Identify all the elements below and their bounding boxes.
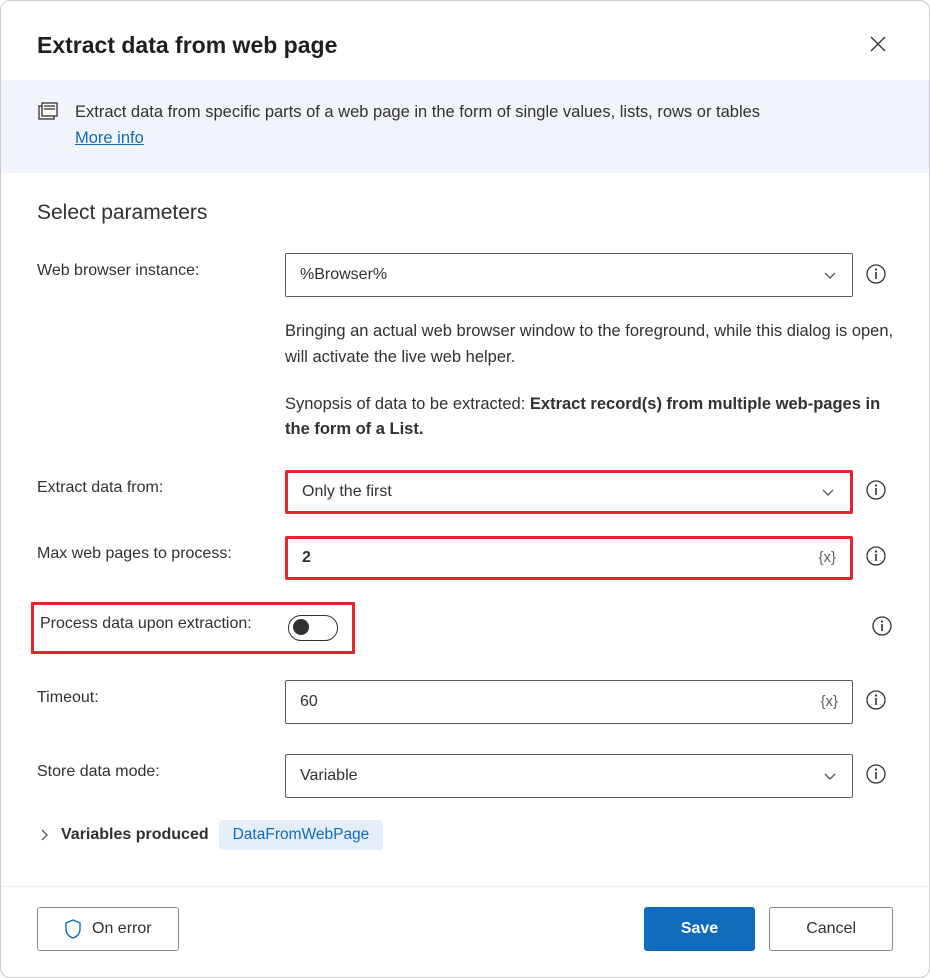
save-button[interactable]: Save [644,907,755,951]
select-store-mode-value: Variable [300,767,358,785]
chevron-right-icon [37,828,51,842]
synopsis-prefix: Synopsis of data to be extracted: [285,395,530,413]
chevron-down-icon [822,768,838,784]
footer-right: Save Cancel [644,907,893,951]
dialog-title: Extract data from web page [37,32,337,59]
more-info-link[interactable]: More info [75,129,144,147]
input-timeout-value: 60 [300,693,820,711]
row-variables-produced[interactable]: Variables produced DataFromWebPage [37,820,893,850]
extract-icon [37,102,59,127]
select-store-mode[interactable]: Variable [285,754,853,798]
info-banner-text: Extract data from specific parts of a we… [75,100,760,151]
row-store-mode: Store data mode: Variable [37,754,893,798]
variable-token-icon[interactable]: {x} [820,693,838,710]
variable-pill[interactable]: DataFromWebPage [219,820,384,850]
info-icon[interactable] [865,263,887,288]
close-icon [869,35,887,53]
info-icon[interactable] [865,545,887,570]
on-error-label: On error [92,920,152,938]
toggle-process-upon[interactable] [288,615,338,641]
info-banner: Extract data from specific parts of a we… [1,80,929,173]
label-max-pages: Max web pages to process: [37,536,285,563]
info-icon[interactable] [871,615,893,640]
label-process-upon: Process data upon extraction: [34,615,288,633]
row-process-upon-extraction: Process data upon extraction: [37,602,893,654]
toggle-knob [293,619,309,635]
label-extract-from: Extract data from: [37,470,285,497]
dialog-footer: On error Save Cancel [1,886,929,977]
helper-synopsis: Synopsis of data to be extracted: Extrac… [285,392,895,442]
dialog-content: Select parameters Web browser instance: … [1,173,929,886]
banner-description: Extract data from specific parts of a we… [75,103,760,121]
variable-token-icon[interactable]: {x} [818,549,836,566]
close-button[interactable] [863,29,893,62]
dialog-extract-web-data: Extract data from web page Extract data … [0,0,930,978]
select-extract-from[interactable]: Only the first [285,470,853,514]
input-max-pages[interactable]: 2 {x} [285,536,853,580]
input-max-pages-value: 2 [302,549,818,567]
info-icon[interactable] [865,689,887,714]
info-icon[interactable] [865,479,887,504]
row-max-pages: Max web pages to process: 2 {x} [37,536,893,580]
on-error-button[interactable]: On error [37,907,179,951]
highlight-process-upon: Process data upon extraction: [31,602,355,654]
input-timeout[interactable]: 60 {x} [285,680,853,724]
variables-produced-label: Variables produced [61,826,209,844]
section-title: Select parameters [37,201,893,225]
label-store-mode: Store data mode: [37,754,285,781]
row-timeout: Timeout: 60 {x} [37,680,893,724]
cancel-button[interactable]: Cancel [769,907,893,951]
row-extract-from: Extract data from: Only the first [37,470,893,514]
dialog-header: Extract data from web page [1,1,929,80]
helper-browser-foreground: Bringing an actual web browser window to… [285,319,895,370]
row-browser-instance: Web browser instance: %Browser% [37,253,893,297]
shield-icon [64,919,82,939]
select-browser-value: %Browser% [300,266,387,284]
select-browser-instance[interactable]: %Browser% [285,253,853,297]
chevron-down-icon [822,267,838,283]
chevron-down-icon [820,484,836,500]
select-extract-from-value: Only the first [302,483,392,501]
info-icon[interactable] [865,763,887,788]
label-timeout: Timeout: [37,680,285,707]
label-browser-instance: Web browser instance: [37,253,285,280]
